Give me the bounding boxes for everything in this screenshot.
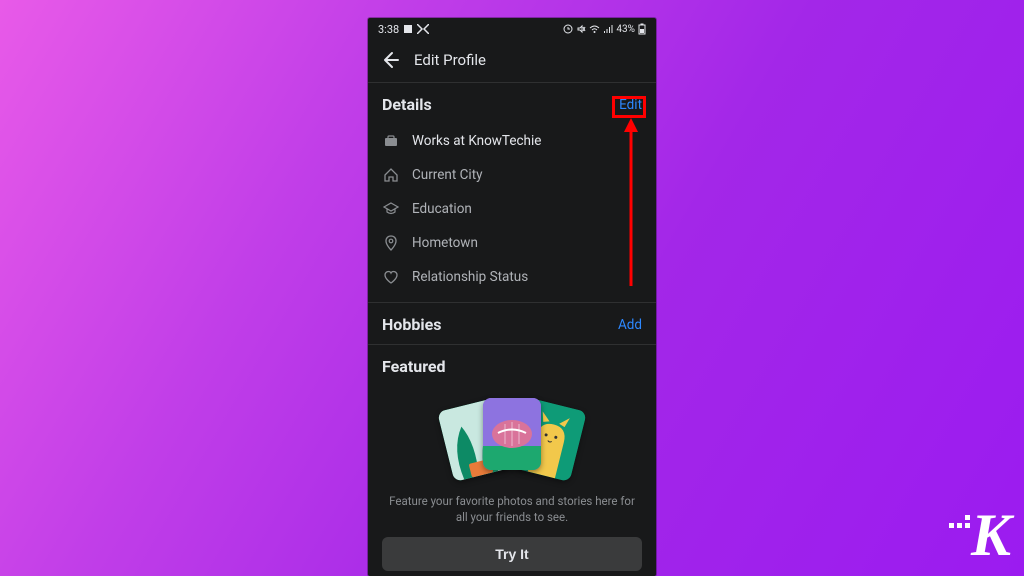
featured-title: Featured — [382, 357, 446, 376]
status-time: 3:38 — [378, 23, 399, 36]
detail-city-row[interactable]: Current City — [382, 158, 642, 192]
details-title: Details — [382, 95, 432, 114]
details-section: Details Edit Works at KnowTechie Current… — [368, 83, 656, 303]
try-it-button[interactable]: Try It — [382, 537, 642, 571]
alarm-icon — [563, 24, 573, 34]
hobbies-section: Hobbies Add — [368, 303, 656, 345]
status-bar: 3:38 43% — [368, 18, 656, 40]
featured-cards-illustration — [437, 398, 587, 483]
detail-label: Current City — [412, 167, 483, 183]
mute-icon — [576, 24, 586, 34]
detail-label: Hometown — [412, 235, 478, 251]
detail-label: Relationship Status — [412, 269, 528, 285]
detail-work-row[interactable]: Works at KnowTechie — [382, 124, 642, 158]
back-arrow-icon[interactable] — [380, 50, 400, 70]
signal-icon — [603, 24, 613, 34]
briefcase-icon — [382, 132, 400, 150]
watermark-logo: K — [971, 501, 1010, 570]
graduation-icon — [382, 200, 400, 218]
heart-icon — [382, 268, 400, 286]
detail-hometown-row[interactable]: Hometown — [382, 226, 642, 260]
pin-icon — [382, 234, 400, 252]
hobbies-title: Hobbies — [382, 315, 441, 334]
phone-frame: 3:38 43% Edit Profile Details Edit — [368, 18, 656, 576]
home-icon — [382, 166, 400, 184]
featured-section: Featured — [368, 345, 656, 576]
hobbies-add-link[interactable]: Add — [618, 317, 642, 333]
detail-education-row[interactable]: Education — [382, 192, 642, 226]
status-battery: 43% — [616, 24, 635, 35]
detail-label: Works at KnowTechie — [412, 133, 541, 149]
detail-relationship-row[interactable]: Relationship Status — [382, 260, 642, 294]
details-edit-link[interactable]: Edit — [619, 97, 642, 113]
battery-icon — [638, 23, 646, 35]
featured-description: Feature your favorite photos and stories… — [382, 493, 642, 525]
notification-icon — [403, 24, 413, 34]
detail-label: Education — [412, 201, 472, 217]
page-header: Edit Profile — [368, 40, 656, 83]
app-icon — [417, 24, 429, 34]
wifi-icon — [589, 24, 600, 34]
page-title: Edit Profile — [414, 51, 486, 69]
